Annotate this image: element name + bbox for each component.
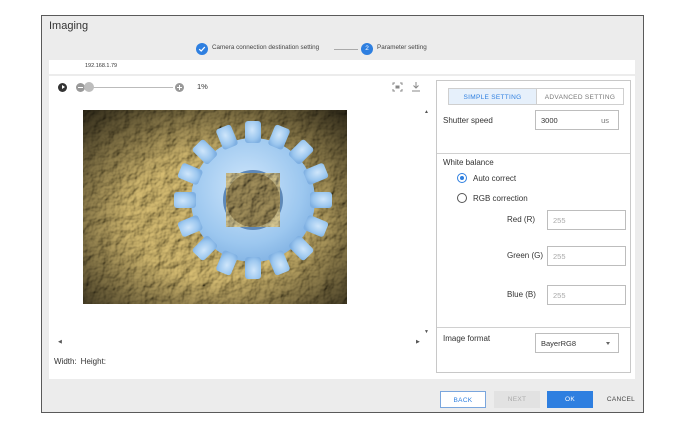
zoom-in-icon[interactable] — [175, 83, 184, 92]
zoom-slider-track[interactable] — [85, 87, 173, 88]
blue-label: Blue (B) — [507, 290, 536, 299]
tab-simple-setting[interactable]: SIMPLE SETTING — [448, 88, 537, 105]
width-label: Width: — [54, 357, 77, 366]
play-icon[interactable] — [58, 83, 67, 92]
ok-button[interactable]: OK — [547, 391, 593, 408]
green-label: Green (G) — [507, 251, 544, 260]
scroll-left-arrow[interactable]: ◀ — [58, 339, 62, 345]
auto-correct-label[interactable]: Auto correct — [473, 174, 516, 183]
blue-input[interactable]: 255 — [547, 285, 626, 305]
next-button[interactable]: NEXT — [494, 391, 540, 408]
shutter-speed-label: Shutter speed — [443, 116, 493, 125]
viewer-toolbar: 1% — [49, 76, 429, 98]
step2-number: 2 — [361, 43, 373, 55]
divider — [437, 153, 630, 154]
green-input[interactable]: 255 — [547, 246, 626, 266]
shutter-speed-unit: us — [601, 116, 609, 125]
red-value: 255 — [553, 216, 566, 225]
zoom-value: 1% — [197, 82, 208, 91]
tab-advanced-setting[interactable]: ADVANCED SETTING — [536, 88, 624, 105]
shutter-speed-value: 3000 — [541, 116, 558, 125]
auto-correct-radio[interactable] — [457, 173, 467, 183]
image-dimensions: Width: Height: — [54, 357, 110, 366]
dialog-footer: BACK NEXT OK CANCEL — [42, 379, 643, 412]
step-connector — [334, 49, 358, 50]
imaging-dialog: Imaging Camera connection destination se… — [41, 15, 644, 413]
zoom-slider-thumb[interactable] — [84, 82, 94, 92]
image-format-label: Image format — [443, 334, 491, 343]
dialog-title: Imaging — [49, 20, 89, 32]
cancel-button[interactable]: CANCEL — [603, 391, 639, 408]
image-format-value: BayerRG8 — [541, 339, 577, 348]
scroll-down-arrow[interactable]: ▼ — [424, 329, 429, 335]
green-value: 255 — [553, 252, 566, 261]
settings-panel: SIMPLE SETTING ADVANCED SETTING Shutter … — [436, 80, 631, 373]
image-format-select[interactable]: BayerRG8 — [535, 333, 619, 353]
camera-ip: 192.168.1.79 — [85, 63, 118, 69]
height-label: Height: — [80, 357, 107, 366]
chevron-down-icon — [606, 342, 610, 345]
rgb-correction-label[interactable]: RGB correction — [473, 194, 528, 203]
divider — [437, 327, 630, 328]
camera-ip-bar: 192.168.1.79 — [49, 60, 635, 74]
white-balance-label: White balance — [443, 158, 494, 167]
red-input[interactable]: 255 — [547, 210, 626, 230]
download-icon[interactable] — [411, 81, 421, 92]
red-label: Red (R) — [507, 215, 536, 224]
step1-label[interactable]: Camera connection destination setting — [212, 44, 319, 51]
main-panel: 1% ▲ ▼ ◀ ▶ Width: Height: SIMPLE SETTING… — [49, 76, 635, 379]
scroll-up-arrow[interactable]: ▲ — [424, 109, 429, 115]
blue-value: 255 — [553, 291, 566, 300]
step-complete-icon — [196, 43, 208, 55]
gear-shape — [174, 121, 332, 279]
fit-screen-icon[interactable] — [392, 82, 403, 92]
shutter-speed-input[interactable]: 3000 us — [535, 110, 619, 130]
step2-label: Parameter setting — [377, 44, 427, 51]
back-button[interactable]: BACK — [440, 391, 486, 408]
rgb-correction-radio[interactable] — [457, 193, 467, 203]
scroll-right-arrow[interactable]: ▶ — [416, 339, 420, 345]
camera-image — [83, 110, 347, 304]
stepper: Camera connection destination setting 2 … — [42, 40, 643, 58]
